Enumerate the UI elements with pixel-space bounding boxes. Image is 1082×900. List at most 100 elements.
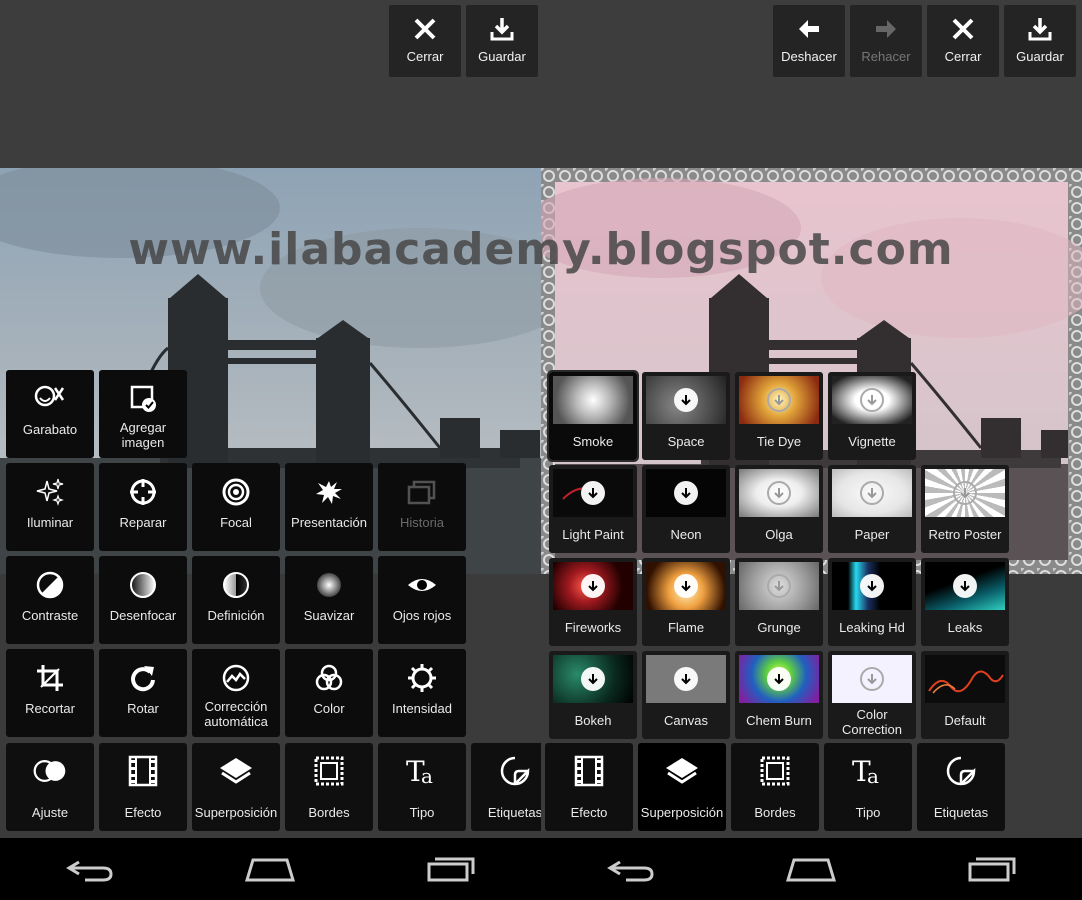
- tool-desenfocar[interactable]: Desenfocar: [99, 556, 187, 644]
- tool-intensidad[interactable]: Intensidad: [378, 649, 466, 737]
- film-icon: [125, 753, 161, 789]
- redo-button[interactable]: Rehacer: [850, 5, 922, 77]
- tab-tipo[interactable]: Ta Tipo: [824, 743, 912, 831]
- system-nav-bar: [541, 838, 1082, 900]
- tab-superposicion[interactable]: Superposición: [192, 743, 280, 831]
- recents-nav-icon[interactable]: [962, 849, 1022, 889]
- tool-contraste[interactable]: Contraste: [6, 556, 94, 644]
- tab-bordes[interactable]: Bordes: [285, 743, 373, 831]
- tool-rotar[interactable]: Rotar: [99, 649, 187, 737]
- tab-label: Tipo: [409, 805, 435, 820]
- tab-bordes[interactable]: Bordes: [731, 743, 819, 831]
- tool-focal[interactable]: Focal: [192, 463, 280, 551]
- grunge-thumbnail: [739, 562, 819, 610]
- overlay-tie-dye[interactable]: Tie Dye: [735, 372, 823, 460]
- redo-label: Rehacer: [861, 49, 911, 64]
- light-paint-thumbnail: [553, 469, 633, 517]
- overlay-label: Tie Dye: [756, 434, 802, 449]
- home-nav-icon[interactable]: [240, 849, 300, 889]
- tool-definicion[interactable]: Definición: [192, 556, 280, 644]
- tool-label: Intensidad: [392, 701, 452, 716]
- undo-button[interactable]: Deshacer: [773, 5, 845, 77]
- overlay-paper[interactable]: Paper: [828, 465, 916, 553]
- overlay-neon[interactable]: Neon: [642, 465, 730, 553]
- download-icon: [488, 15, 516, 43]
- text-type-icon: Ta: [404, 753, 440, 789]
- tool-suavizar[interactable]: Suavizar: [285, 556, 373, 644]
- overlay-chem-burn[interactable]: Chem Burn: [735, 651, 823, 739]
- leaking-hd-thumbnail: [832, 562, 912, 610]
- tab-ajuste[interactable]: Ajuste: [6, 743, 94, 831]
- tool-color[interactable]: Color: [285, 649, 373, 737]
- overlay-leaking-hd[interactable]: Leaking Hd: [828, 558, 916, 646]
- download-overlay-icon: [860, 481, 884, 505]
- overlay-fireworks[interactable]: Fireworks: [549, 558, 637, 646]
- tab-efecto[interactable]: Efecto: [545, 743, 633, 831]
- overlay-light-paint[interactable]: Light Paint: [549, 465, 637, 553]
- blur-icon: [126, 568, 160, 602]
- overlay-label: Neon: [670, 527, 702, 542]
- tool-label: Suavizar: [303, 608, 355, 623]
- back-nav-icon[interactable]: [60, 849, 120, 889]
- tab-tipo[interactable]: Ta Tipo: [378, 743, 466, 831]
- save-button[interactable]: Guardar: [1004, 5, 1076, 77]
- tab-efecto[interactable]: Efecto: [99, 743, 187, 831]
- tab-etiquetas[interactable]: Etiquetas: [471, 743, 541, 831]
- overlay-leaks[interactable]: Leaks: [921, 558, 1009, 646]
- overlay-flame[interactable]: Flame: [642, 558, 730, 646]
- close-button[interactable]: Cerrar: [389, 5, 461, 77]
- overlay-vignette[interactable]: Vignette: [828, 372, 916, 460]
- chem-burn-thumbnail: [739, 655, 819, 703]
- overlay-default[interactable]: Default: [921, 651, 1009, 739]
- arrow-right-icon: [872, 15, 900, 43]
- overlay-label: Vignette: [848, 434, 896, 449]
- history-icon: [405, 475, 439, 509]
- definition-icon: [219, 568, 253, 602]
- tool-label: Ojos rojos: [392, 608, 452, 623]
- focal-icon: [219, 475, 253, 509]
- overlay-space[interactable]: Space: [642, 372, 730, 460]
- tool-historia[interactable]: Historia: [378, 463, 466, 551]
- left-top-bar: Cerrar Guardar: [0, 0, 541, 168]
- overlay-label: Leaks: [947, 620, 983, 635]
- right-top-bar: Deshacer Rehacer Cerrar Guardar: [541, 0, 1082, 168]
- tool-ojos-rojos[interactable]: Ojos rojos: [378, 556, 466, 644]
- download-overlay-icon: [767, 667, 791, 691]
- overlay-label: Leaking Hd: [839, 620, 905, 635]
- tool-correccion-automatica[interactable]: Corrección automática: [192, 649, 280, 737]
- download-overlay-icon: [581, 667, 605, 691]
- download-overlay-icon: [674, 388, 698, 412]
- overlay-retro-poster[interactable]: Retro Poster: [921, 465, 1009, 553]
- overlay-color-correction[interactable]: Color Correction: [828, 651, 916, 739]
- tool-reparar[interactable]: Reparar: [99, 463, 187, 551]
- home-nav-icon[interactable]: [781, 849, 841, 889]
- overlay-label: Flame: [667, 620, 705, 635]
- tool-label: Rotar: [127, 701, 159, 716]
- overlay-grunge[interactable]: Grunge: [735, 558, 823, 646]
- save-button[interactable]: Guardar: [466, 5, 538, 77]
- soften-icon: [312, 568, 346, 602]
- tool-label: Definición: [207, 608, 265, 623]
- overlay-smoke[interactable]: Smoke: [547, 370, 639, 462]
- tab-superposicion[interactable]: Superposición: [638, 743, 726, 831]
- film-icon: [571, 753, 607, 789]
- tool-iluminar[interactable]: Iluminar: [6, 463, 94, 551]
- add-image-icon: [126, 382, 160, 416]
- overlay-olga[interactable]: Olga: [735, 465, 823, 553]
- tool-agregar-imagen[interactable]: Agregar imagen: [99, 370, 187, 458]
- back-nav-icon[interactable]: [601, 849, 661, 889]
- recents-nav-icon[interactable]: [421, 849, 481, 889]
- tab-etiquetas[interactable]: Etiquetas: [917, 743, 1005, 831]
- overlay-label: Smoke: [572, 434, 614, 449]
- close-button[interactable]: Cerrar: [927, 5, 999, 77]
- tool-presentacion[interactable]: Presentación: [285, 463, 373, 551]
- flame-thumbnail: [646, 562, 726, 610]
- tool-recortar[interactable]: Recortar: [6, 649, 94, 737]
- tool-label: Agregar imagen: [119, 420, 167, 450]
- tab-label: Bordes: [754, 805, 796, 820]
- overlay-canvas[interactable]: Canvas: [642, 651, 730, 739]
- overlay-bokeh[interactable]: Bokeh: [549, 651, 637, 739]
- download-overlay-icon: [767, 388, 791, 412]
- tool-garabato[interactable]: Garabato: [6, 370, 94, 458]
- download-overlay-icon: [581, 481, 605, 505]
